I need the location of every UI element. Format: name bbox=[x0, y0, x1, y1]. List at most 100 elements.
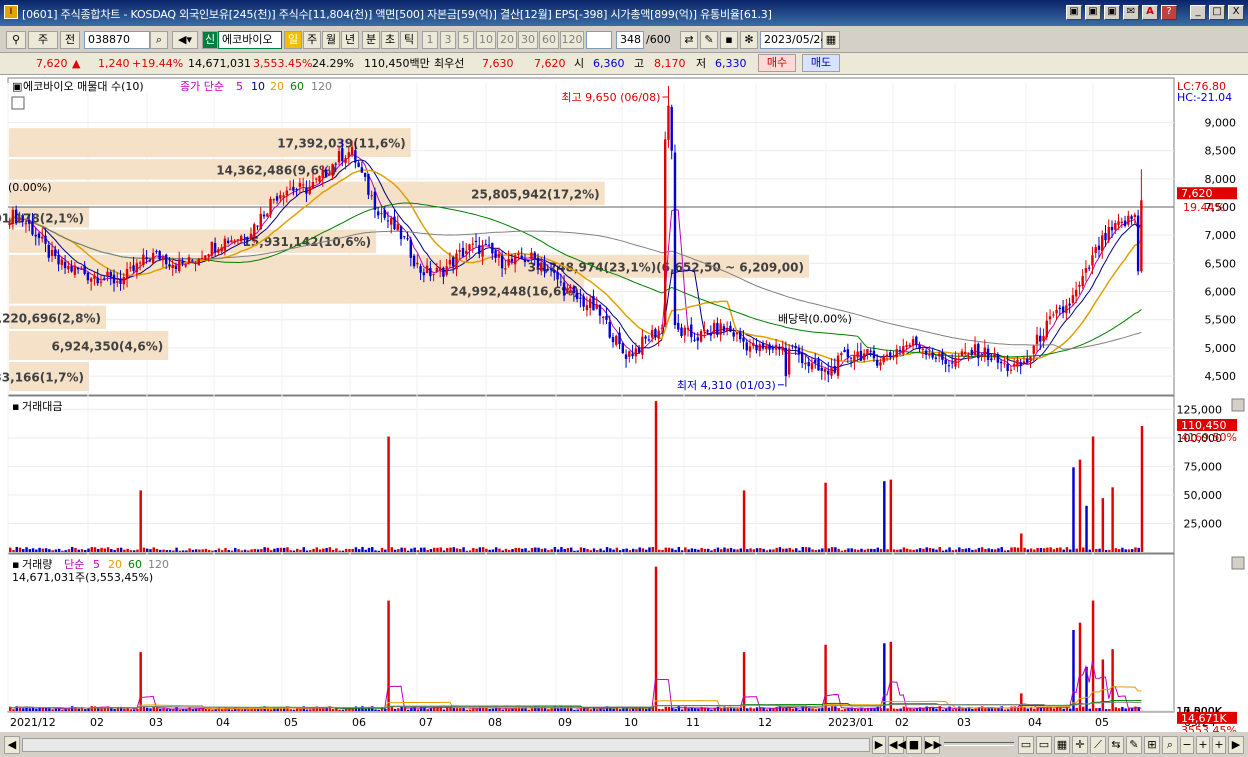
close-button[interactable]: X bbox=[1228, 5, 1244, 20]
volume-bar bbox=[596, 709, 599, 711]
table-icon[interactable] bbox=[11, 96, 25, 110]
volume-panel-collapse[interactable] bbox=[1231, 556, 1245, 570]
scroll-right-icon[interactable]: ▶ bbox=[872, 736, 886, 754]
trendline-icon[interactable]: ⟋ bbox=[1090, 736, 1106, 754]
scale-icon[interactable]: ⊞ bbox=[1144, 736, 1160, 754]
compare-icon[interactable]: ⇆ bbox=[1108, 736, 1124, 754]
tab-period-minute[interactable]: 분 bbox=[362, 31, 380, 49]
price-tick-label: 7,000 bbox=[1205, 229, 1237, 242]
calendar-icon[interactable]: ▦ bbox=[822, 31, 840, 49]
interval-5[interactable]: 5 bbox=[458, 31, 474, 49]
ma-legend-20: 20 bbox=[270, 80, 284, 93]
market-select[interactable]: 주 bbox=[28, 31, 58, 49]
amount-bar bbox=[1055, 547, 1059, 552]
scroll-end-icon[interactable]: ▶ bbox=[1228, 736, 1244, 754]
tab-period-second[interactable]: 초 bbox=[381, 31, 399, 49]
save-icon[interactable]: ▪ bbox=[720, 31, 738, 49]
link-icon[interactable]: ▣ bbox=[1066, 5, 1082, 20]
volume-bar bbox=[387, 600, 390, 711]
interval-120[interactable]: 120 bbox=[560, 31, 584, 49]
speaker-icon[interactable]: ◀▾ bbox=[172, 31, 198, 49]
mail-icon[interactable]: ✉ bbox=[1123, 5, 1139, 20]
code-input[interactable]: 038870 bbox=[84, 31, 150, 49]
amount-bar bbox=[654, 401, 658, 552]
candle-body bbox=[282, 195, 285, 198]
scope-button[interactable]: 전 bbox=[60, 31, 80, 49]
volume-bar bbox=[778, 706, 782, 711]
amount-bar bbox=[1065, 547, 1069, 552]
amount-bar bbox=[1111, 487, 1114, 552]
volume-bar bbox=[110, 708, 113, 711]
tab-period-year[interactable]: 년 bbox=[341, 31, 359, 49]
candle-body bbox=[148, 260, 152, 262]
candle-body bbox=[171, 264, 174, 269]
magnify-icon[interactable]: ⌕ bbox=[1162, 736, 1178, 754]
stop-icon[interactable]: ■ bbox=[906, 736, 922, 754]
amount-bar bbox=[432, 547, 436, 552]
amount-bar bbox=[175, 547, 178, 552]
amount-bar bbox=[393, 549, 397, 552]
count-input[interactable]: 348 bbox=[616, 31, 644, 49]
chart-type-icon[interactable]: ▭ bbox=[1018, 736, 1034, 754]
tab-period-week[interactable]: 주 bbox=[303, 31, 321, 49]
font-icon[interactable]: A bbox=[1142, 5, 1158, 20]
amount-bar bbox=[429, 549, 433, 552]
minimize-button[interactable]: _ bbox=[1190, 5, 1206, 20]
horizontal-scrollbar[interactable] bbox=[22, 738, 870, 752]
interval-3[interactable]: 3 bbox=[440, 31, 456, 49]
candle-body bbox=[181, 261, 184, 264]
amount-bar bbox=[641, 548, 645, 552]
chart-tool-icon[interactable]: ✎ bbox=[700, 31, 718, 49]
interval-custom-input[interactable] bbox=[586, 31, 612, 49]
chart-area[interactable]: 2,533,166(1,7%) 6,924,350(4,6%) 4,220,696(… bbox=[0, 75, 1248, 737]
amount-bar bbox=[599, 548, 602, 552]
bottom-nav: ◀ ▶ ◀◀ ■ ▶▶ ▭ ▭ ▦ ✛ ⟋ ⇆ ✎ ⊞ ⌕ − + + ▶ bbox=[0, 732, 1248, 757]
zoom-in-icon[interactable]: + bbox=[1196, 736, 1210, 754]
up-arrow-icon: ▲ bbox=[72, 57, 81, 70]
settings-icon[interactable]: ✻ bbox=[740, 31, 758, 49]
amount-bar bbox=[90, 546, 93, 552]
tab-period-month[interactable]: 월 bbox=[322, 31, 340, 49]
stock-chart-svg[interactable]: 2,533,166(1,7%) 6,924,350(4,6%) 4,220,696(… bbox=[0, 75, 1248, 737]
pin-icon[interactable]: ⚲ bbox=[6, 31, 26, 49]
prev-icon[interactable]: ◀◀ bbox=[888, 736, 906, 754]
amount-bar bbox=[1033, 549, 1036, 552]
window-icon[interactable]: ▣ bbox=[1104, 5, 1120, 20]
interval-30[interactable]: 30 bbox=[518, 31, 538, 49]
amount-panel-collapse[interactable] bbox=[1231, 398, 1245, 412]
candle-body bbox=[977, 343, 980, 359]
tab-period-day[interactable]: 일 bbox=[284, 31, 302, 49]
tab-period-tick[interactable]: 틱 bbox=[400, 31, 418, 49]
candle-body bbox=[63, 261, 67, 269]
scroll-left-icon[interactable]: ◀ bbox=[4, 736, 20, 754]
volume-bar bbox=[172, 709, 175, 711]
interval-1[interactable]: 1 bbox=[422, 31, 438, 49]
chart-grid-icon[interactable]: ▦ bbox=[1054, 736, 1070, 754]
draw-icon[interactable]: ✎ bbox=[1126, 736, 1142, 754]
help-icon[interactable]: ? bbox=[1161, 5, 1177, 20]
interval-10[interactable]: 10 bbox=[476, 31, 496, 49]
interval-60[interactable]: 60 bbox=[539, 31, 559, 49]
interval-20[interactable]: 20 bbox=[497, 31, 517, 49]
buy-button[interactable]: 매수 bbox=[758, 54, 796, 72]
reset-zoom-icon[interactable]: + bbox=[1212, 736, 1226, 754]
candle-body bbox=[80, 268, 83, 270]
volume-bar bbox=[951, 709, 955, 711]
next-icon[interactable]: ▶▶ bbox=[924, 736, 942, 754]
sell-button[interactable]: 매도 bbox=[802, 54, 840, 72]
profile-label: 24,992,448(16,6%) bbox=[450, 285, 579, 299]
date-input[interactable]: 2023/05/24 bbox=[760, 31, 827, 49]
zoom-out-icon[interactable]: − bbox=[1180, 736, 1194, 754]
candle-body bbox=[390, 218, 393, 225]
search-icon[interactable]: ⌕ bbox=[150, 31, 168, 49]
amount-bar bbox=[276, 547, 279, 552]
candle-body bbox=[393, 216, 396, 230]
crosshair-icon[interactable]: ✛ bbox=[1072, 736, 1088, 754]
swap-icon[interactable]: ⇄ bbox=[680, 31, 698, 49]
refresh-icon[interactable]: ▣ bbox=[1085, 5, 1101, 20]
candle-body bbox=[448, 259, 452, 265]
zoom-slider[interactable] bbox=[944, 742, 1014, 746]
amount-bar bbox=[837, 548, 840, 552]
chart-style-icon[interactable]: ▭ bbox=[1036, 736, 1052, 754]
maximize-button[interactable]: □ bbox=[1209, 5, 1225, 20]
